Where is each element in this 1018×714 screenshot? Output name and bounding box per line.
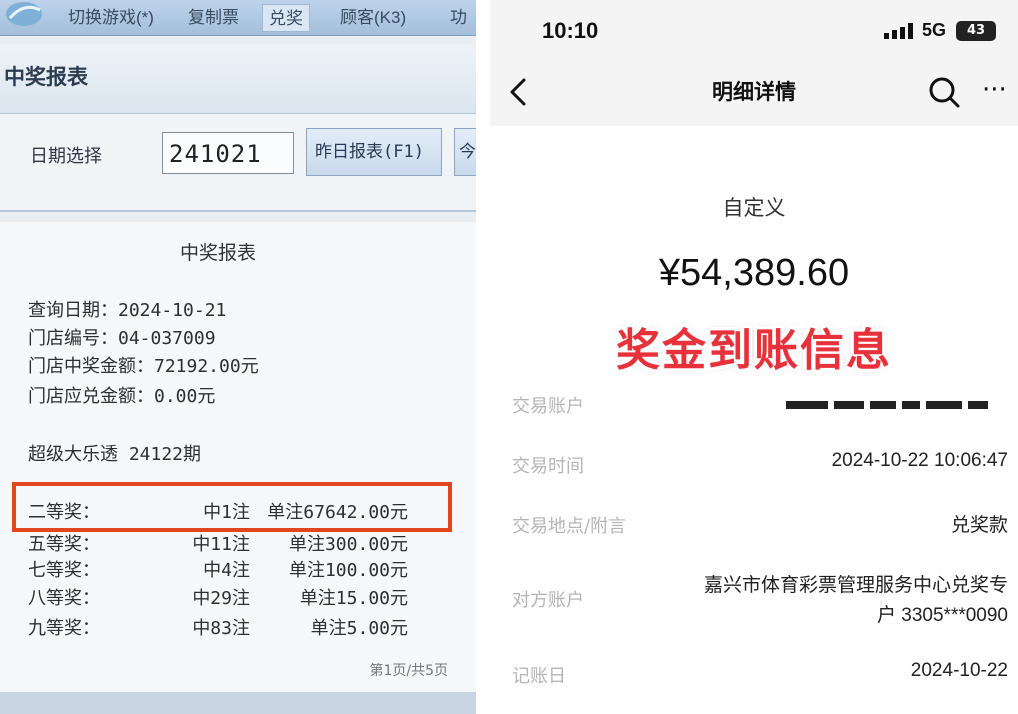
battery-icon: 43 bbox=[956, 21, 996, 41]
second-prize-highlight bbox=[12, 482, 452, 532]
field-time: 交易时间 2024-10-22 10:06:47 bbox=[490, 448, 1018, 488]
prize-amount: 单注15.00元 bbox=[299, 588, 408, 609]
prize-row: 五等奖： 中11注 单注300.00元 bbox=[28, 530, 418, 558]
today-report-button[interactable]: 今 bbox=[454, 128, 476, 176]
prize-count: 中11注 bbox=[192, 534, 250, 555]
field-value: 2024-10-22 10:06:47 bbox=[831, 450, 1008, 471]
app-logo-icon bbox=[6, 2, 42, 26]
field-value: 嘉兴市体育彩票管理服务中心兑奖专 bbox=[703, 575, 1008, 596]
prize-count: 中83注 bbox=[192, 618, 250, 639]
prize-count: 中29注 bbox=[192, 588, 250, 609]
menu-switch-game[interactable]: 切换游戏(*) bbox=[68, 4, 154, 32]
field-account: 交易账户 bbox=[490, 388, 1018, 428]
bank-transaction-detail: 10:10 5G 43 明细详情 ··· 自定义 ¥54,389.60 奖金到账… bbox=[490, 0, 1018, 714]
prize-name: 九等奖： bbox=[28, 618, 100, 639]
date-label: 日期选择 bbox=[30, 146, 102, 167]
prize-row: 八等奖： 中29注 单注15.00元 bbox=[28, 584, 418, 612]
transaction-category: 自定义 bbox=[722, 196, 786, 220]
store-number: 门店编号：04-037009 bbox=[28, 328, 216, 349]
field-booking-date: 记账日 2024-10-22 bbox=[490, 658, 1018, 698]
overlay-caption: 奖金到账信息 bbox=[616, 325, 892, 376]
field-place: 交易地点/附言 兑奖款 bbox=[490, 508, 1018, 548]
network-type: 5G bbox=[922, 20, 947, 40]
prize-amount: 单注300.00元 bbox=[288, 534, 408, 555]
date-selection-row: 日期选择 241021 昨日报表(F1) 今 bbox=[0, 114, 476, 212]
report-title: 中奖报表 bbox=[179, 242, 256, 264]
status-bar: 10:10 5G 43 bbox=[490, 0, 1018, 62]
terminal-menu-bar: 切换游戏(*) 复制票 兑奖 顾客(K3) 功 bbox=[0, 0, 476, 36]
transaction-card: 自定义 ¥54,389.60 奖金到账信息 交易账户 交易时间 2024-10-… bbox=[490, 136, 1018, 714]
menu-function[interactable]: 功 bbox=[450, 4, 467, 32]
game-issue: 超级大乐透 24122期 bbox=[28, 444, 202, 465]
signal-icon bbox=[884, 23, 913, 39]
field-label: 交易时间 bbox=[512, 456, 584, 477]
nav-bar: 明细详情 ··· bbox=[490, 62, 1018, 126]
masked-account-value bbox=[786, 394, 1006, 409]
prize-row: 七等奖： 中4注 单注100.00元 bbox=[28, 556, 418, 584]
more-options-icon[interactable]: ··· bbox=[982, 74, 1018, 110]
field-value: 兑奖款 bbox=[950, 515, 1008, 536]
search-icon[interactable] bbox=[926, 74, 962, 110]
menu-customer[interactable]: 顾客(K3) bbox=[340, 4, 406, 32]
field-label: 对方账户 bbox=[512, 590, 584, 611]
menu-copy-ticket[interactable]: 复制票 bbox=[188, 4, 239, 32]
field-counterparty: 对方账户 嘉兴市体育彩票管理服务中心兑奖专 户 3305***0090 bbox=[490, 568, 1018, 628]
field-value: 2024-10-22 bbox=[910, 660, 1008, 681]
prize-row: 九等奖： 中83注 单注5.00元 bbox=[28, 614, 418, 642]
prize-name: 五等奖： bbox=[28, 534, 100, 555]
field-label: 交易地点/附言 bbox=[512, 516, 627, 537]
store-win-amount: 门店中奖金额：72192.00元 bbox=[28, 356, 259, 377]
terminal-bottom-bar bbox=[0, 692, 476, 714]
store-payable-amount: 门店应兑金额：0.00元 bbox=[28, 386, 216, 407]
prize-amount: 单注5.00元 bbox=[310, 618, 408, 639]
prize-name: 七等奖： bbox=[28, 560, 100, 581]
page-indicator: 第1页/共5页 bbox=[369, 663, 448, 679]
panel-title: 中奖报表 bbox=[4, 65, 88, 89]
prize-report: 中奖报表 查询日期：2024-10-21 门店编号：04-037009 门店中奖… bbox=[0, 222, 476, 692]
field-label: 交易账户 bbox=[512, 396, 584, 417]
lottery-terminal-photo: 切换游戏(*) 复制票 兑奖 顾客(K3) 功 中奖报表 日期选择 241021… bbox=[0, 0, 476, 714]
transaction-amount: ¥54,389.60 bbox=[658, 252, 850, 294]
field-label: 记账日 bbox=[512, 666, 566, 687]
status-time: 10:10 bbox=[542, 18, 599, 43]
prize-amount: 单注100.00元 bbox=[288, 560, 408, 581]
menu-redeem[interactable]: 兑奖 bbox=[262, 4, 310, 32]
prize-count: 中4注 bbox=[203, 560, 250, 581]
query-date: 查询日期：2024-10-21 bbox=[28, 300, 227, 321]
prize-name: 八等奖： bbox=[28, 588, 100, 609]
date-input[interactable]: 241021 bbox=[162, 132, 294, 174]
field-value: 户 3305***0090 bbox=[877, 605, 1008, 626]
yesterday-report-button[interactable]: 昨日报表(F1) bbox=[306, 128, 442, 176]
report-panel-header: 中奖报表 bbox=[0, 44, 476, 114]
